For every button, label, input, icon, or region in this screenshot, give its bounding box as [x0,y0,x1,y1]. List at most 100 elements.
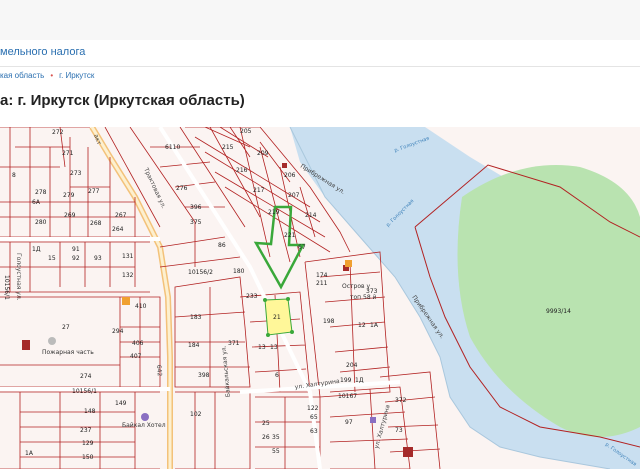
svg-text:6: 6 [275,372,279,379]
svg-text:205: 205 [240,128,252,135]
svg-text:269: 269 [64,212,76,219]
svg-text:206: 206 [284,172,296,179]
svg-text:396: 396 [190,204,202,211]
hotel-icon [141,413,149,421]
svg-text:10156/2: 10156/2 [188,269,213,276]
svg-text:209: 209 [257,150,269,157]
svg-text:10156/1: 10156/1 [3,275,10,300]
pointer-arrow-icon [253,205,306,290]
svg-text:63: 63 [310,428,318,435]
svg-text:217: 217 [253,187,265,194]
svg-text:264: 264 [112,226,124,233]
street-label-golousnaya: Голоустная ул. [15,253,22,301]
svg-text:73: 73 [395,427,403,434]
svg-text:1Д: 1Д [32,246,41,253]
svg-text:150: 150 [82,454,94,461]
road-number-642: 642 [155,365,163,377]
svg-text:131: 131 [122,253,134,260]
svg-text:278: 278 [35,189,47,196]
svg-text:215: 215 [222,144,234,151]
svg-text:221: 221 [284,232,296,239]
svg-text:10167: 10167 [338,393,357,400]
svg-text:6110: 6110 [165,144,180,151]
svg-text:91: 91 [72,246,80,253]
svg-text:180: 180 [233,268,245,275]
breadcrumb: кая область • г. Иркутск [0,71,94,80]
map-canvas[interactable]: Прибрежная ул. Прибрежная ул. Трактовая … [0,127,640,469]
poi-label-fire-station: Пожарная часть [42,349,94,356]
svg-text:15: 15 [48,255,56,262]
svg-text:198: 198 [323,318,335,325]
svg-text:267: 267 [115,212,127,219]
svg-text:149: 149 [115,400,127,407]
street-label-baykalskaya: Байкальская ул. [220,345,231,397]
top-bar [0,0,640,40]
svg-text:406: 406 [132,340,144,347]
svg-text:93: 93 [94,255,102,262]
svg-text:1А: 1А [370,322,379,329]
svg-text:86: 86 [218,242,226,249]
svg-text:12: 12 [358,322,366,329]
svg-text:199: 199 [340,377,352,384]
svg-text:279: 279 [63,192,75,199]
svg-text:273: 273 [70,170,82,177]
svg-text:55: 55 [272,448,280,455]
svg-text:272: 272 [52,129,64,136]
svg-text:92: 92 [72,255,80,262]
header-link[interactable]: мельного налога [0,46,85,58]
svg-text:122: 122 [307,405,319,412]
svg-text:277: 277 [88,188,100,195]
breadcrumb-item-region[interactable]: кая область [0,71,44,80]
svg-text:9993/14: 9993/14 [546,308,571,315]
svg-text:410: 410 [135,303,147,310]
svg-text:398: 398 [198,372,210,379]
svg-text:276: 276 [176,185,188,192]
svg-text:204: 204 [346,362,358,369]
cadastral-map[interactable]: Прибрежная ул. Прибрежная ул. Трактовая … [0,127,640,469]
fire-station-icon [48,337,56,345]
svg-text:294: 294 [112,328,124,335]
svg-text:65: 65 [310,414,318,421]
svg-text:25: 25 [262,420,270,427]
svg-text:280: 280 [35,219,47,226]
svg-text:371: 371 [228,340,240,347]
svg-text:211: 211 [316,280,328,287]
svg-text:8: 8 [12,172,16,179]
poi-label-hotel: Байкал Хотел [122,422,166,429]
svg-text:183: 183 [190,314,202,321]
svg-text:10156/1: 10156/1 [72,388,97,395]
svg-text:129: 129 [82,440,94,447]
svg-text:26: 26 [262,434,270,441]
road-trakt [89,127,173,469]
svg-text:207: 207 [288,192,300,199]
svg-text:27: 27 [62,324,70,331]
cafe-icon [345,260,352,267]
svg-text:6А: 6А [32,199,41,206]
svg-text:1А: 1А [25,450,34,457]
svg-text:372: 372 [395,397,407,404]
page-title: а: г. Иркутск (Иркутская область) [0,92,245,109]
svg-text:237: 237 [80,427,92,434]
svg-text:407: 407 [130,353,142,360]
svg-text:148: 148 [84,408,96,415]
divider [0,66,640,67]
svg-text:13: 13 [258,344,266,351]
svg-text:35: 35 [272,434,280,441]
svg-text:271: 271 [62,150,74,157]
shop-icon [370,417,376,423]
svg-text:268: 268 [90,220,102,227]
svg-text:274: 274 [80,373,92,380]
svg-text:132: 132 [122,272,134,279]
svg-text:13: 13 [270,344,278,351]
svg-text:102: 102 [190,411,202,418]
svg-text:375: 375 [190,219,202,226]
svg-text:67: 67 [298,244,306,251]
svg-text:21: 21 [273,314,281,321]
breadcrumb-separator: • [50,71,54,80]
svg-text:214: 214 [305,212,317,219]
building-icon [122,297,130,305]
breadcrumb-item-city[interactable]: г. Иркутск [59,71,94,80]
street-label-traktovaya: Трактовая ул. [142,166,167,210]
svg-text:184: 184 [188,342,200,349]
poi-label-island-2: топ 58 й [350,294,377,301]
